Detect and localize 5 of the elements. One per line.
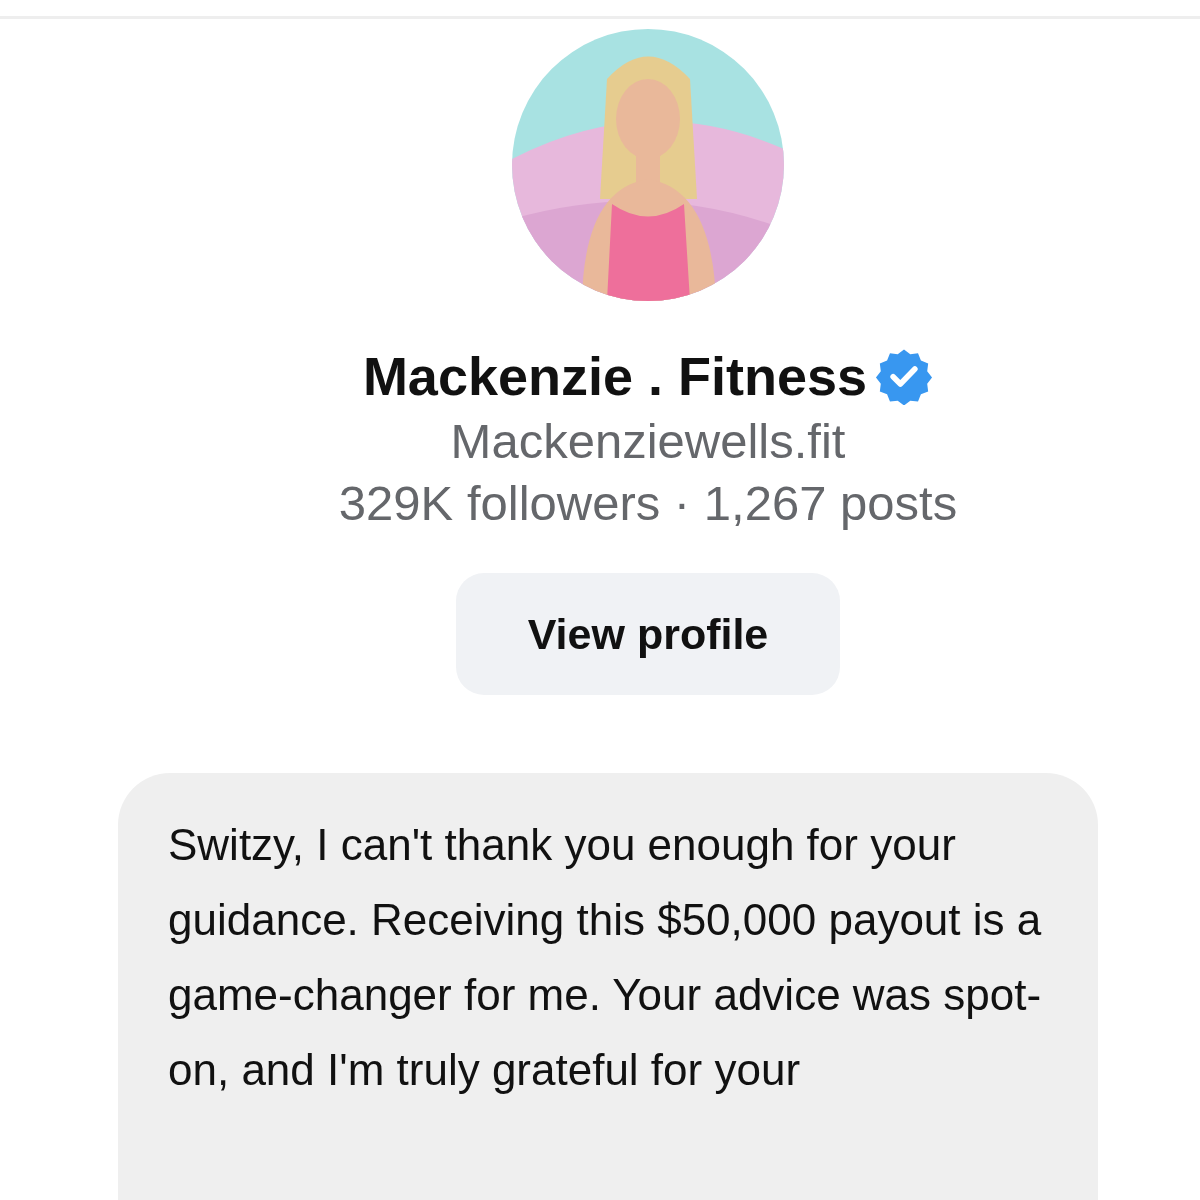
view-profile-button[interactable]: View profile [456,573,840,695]
username: Mackenziewells.fit [450,413,846,469]
message-text: Switzy, I can't thank you enough for your guidance. Receiving this $50,000 payout is a game-changer for me. Your advice was spot-on, and I'm truly grateful for your [168,820,1042,1094]
profile-stats: 329K followers · 1,267 posts [338,475,958,531]
profile-name: Mackenzie . Fitness [362,345,868,407]
